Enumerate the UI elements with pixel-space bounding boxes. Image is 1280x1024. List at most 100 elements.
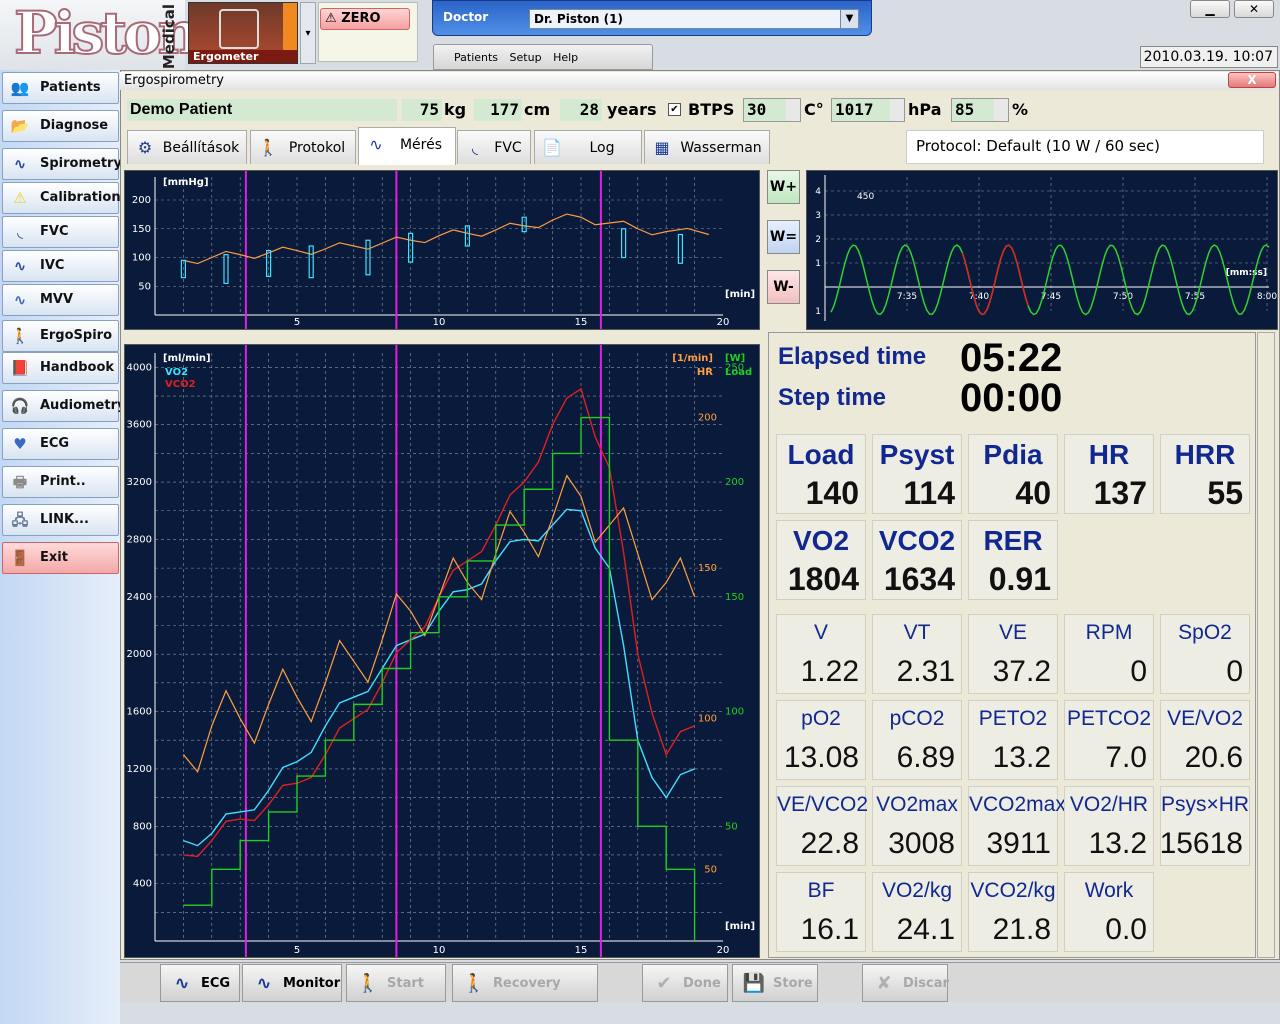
device-dropdown-arrow[interactable]: ▾ [300, 2, 316, 64]
sidebar-item-ecg[interactable]: ♥ ECG [2, 428, 119, 460]
recovery-button[interactable]: 🚶 Recovery [452, 964, 598, 1002]
device-selector[interactable]: Ergometer [188, 2, 298, 64]
ecg-icon: ∿ [174, 973, 190, 994]
sidebar-item-fvc[interactable]: ◟ FVC [2, 216, 119, 248]
x-tick-label: 7:55 [1185, 292, 1205, 302]
value-cell-psyst: Psyst 114 [872, 434, 962, 514]
y-tick-label: 2000 [127, 649, 152, 660]
recovery-label: Recovery [493, 976, 561, 991]
hr-tick-label: 200 [698, 413, 717, 424]
tab-fvc-icon: ◟ [471, 138, 479, 157]
value-label: RPM [1085, 621, 1133, 644]
tab-be-ll-t-sok-icon: ⚙ [137, 138, 153, 157]
tab-fvc[interactable]: ◟ FVC [457, 130, 531, 164]
tab-m-r-s-icon: ∿ [369, 135, 383, 154]
sidebar-item-link[interactable]: 🖧 LINK... [2, 504, 119, 536]
x-tick-label: 15 [575, 317, 588, 328]
value-number: 6.89 [896, 741, 955, 774]
menu-setup[interactable]: Setup [510, 51, 542, 64]
done-button[interactable]: ✔ Done [642, 964, 728, 1002]
y-tick-label: 1 [815, 259, 821, 269]
minimize-button[interactable]: ▁ [1190, 0, 1230, 18]
sidebar-item-label: Audiometry [40, 398, 126, 413]
doctor-select[interactable]: Dr. Piston (1) ▼ [529, 9, 859, 29]
sidebar-item-exit[interactable]: 🚪 Exit [2, 542, 119, 574]
value-label: VCO2 [878, 525, 956, 556]
tab-label: Protokol [288, 140, 346, 156]
sidebar-item-label: LINK... [40, 512, 89, 527]
value-cell-rpm: RPM 0 [1064, 614, 1154, 694]
tab-wasserman[interactable]: ▦ Wasserman [644, 130, 770, 164]
chevron-down-icon[interactable]: ▼ [840, 10, 858, 28]
value-label: PETO2 [978, 707, 1048, 730]
pressure-input[interactable]: 1017 [831, 98, 905, 122]
height-unit: cm [524, 100, 551, 119]
start-button[interactable]: 🚶 Start [346, 964, 446, 1002]
hr-tick-label: 50 [704, 864, 717, 875]
values-scrollbar[interactable] [1257, 332, 1275, 958]
legend-vo2: VO2 [165, 367, 188, 378]
value-number: 15618 [1159, 827, 1243, 860]
calibration-icon: ⚠ [13, 189, 27, 207]
monitor-button[interactable]: ∿ Monitor [242, 964, 342, 1002]
value-cell-vco2-kg: VCO2/kg 21.8 [968, 872, 1058, 952]
x-tick-label: 7:50 [1113, 292, 1133, 302]
sidebar-item-patients[interactable]: 👥 Patients [2, 72, 119, 104]
y-tick-label: 50 [138, 281, 151, 292]
y-tick-label: 3200 [127, 477, 152, 488]
x-tick-label: 15 [575, 945, 588, 956]
sidebar-item-print[interactable]: 🖶 Print.. [2, 466, 119, 498]
device-indicator [283, 3, 297, 51]
ivc-icon: ∿ [13, 257, 27, 275]
value-number: 3911 [986, 827, 1051, 860]
store-button[interactable]: 💾 Store [732, 964, 818, 1002]
sidebar-item-calibration[interactable]: ⚠ Calibration [2, 182, 121, 214]
sidebar-item-diagnose[interactable]: 📂 Diagnose [2, 110, 119, 142]
w-equal-button[interactable]: W= [767, 220, 800, 254]
close-window-button[interactable]: X [1228, 72, 1276, 88]
value-cell-load: Load 140 [776, 434, 866, 514]
pressure-unit: hPa [908, 100, 942, 119]
tab-label: FVC [494, 140, 522, 156]
done-label: Done [683, 976, 721, 991]
ergospiro-icon: 🚶 [10, 327, 30, 345]
tab-protokol-icon: 🚶 [258, 138, 278, 157]
ecg-button[interactable]: ∿ ECG [160, 964, 240, 1002]
sidebar-item-spirometry[interactable]: ∿ Spirometry [2, 148, 122, 180]
close-app-button[interactable]: ✕ [1234, 0, 1274, 18]
value-label: RER [983, 525, 1043, 556]
sidebar-item-mvv[interactable]: ∿ MVV [2, 284, 119, 316]
value-label: HR [1088, 439, 1130, 470]
value-label: VCO2/kg [970, 879, 1056, 902]
tab-protokol[interactable]: 🚶 Protokol [250, 130, 356, 164]
sidebar-item-handbook[interactable]: 📕 Handbook [2, 352, 119, 384]
temperature-input[interactable]: 30 [743, 98, 801, 122]
recovery-icon: 🚶 [462, 973, 486, 994]
y-tick-label: 800 [133, 821, 152, 832]
w-minus-button[interactable]: W- [767, 270, 800, 304]
sidebar-item-ergospiro[interactable]: 🚶 ErgoSpiro [2, 320, 119, 352]
diastolic-bar [223, 254, 229, 284]
discar-button[interactable]: ✘ Discar [862, 964, 949, 1002]
value-cell-pco2: pCO2 6.89 [872, 700, 962, 780]
humidity-input[interactable]: 85 [951, 98, 1009, 122]
tab-log-icon: 📄 [542, 138, 562, 157]
piston-logo: Piston Medical [0, 0, 201, 70]
hr-tick-label: 100 [698, 714, 717, 725]
zero-button[interactable]: ⚠ ZERO [320, 8, 410, 30]
w-plus-button[interactable]: W+ [767, 170, 800, 204]
value-label: Work [1084, 879, 1134, 902]
btps-checkbox[interactable]: ✔ [668, 103, 681, 116]
y-axis-label: [ml/min] [163, 353, 211, 364]
value-cell-vco2: VCO2 1634 [872, 520, 962, 600]
sidebar-item-audiometry[interactable]: 🎧 Audiometry [2, 390, 125, 422]
tab-m-r-s[interactable]: ∿ Mérés [358, 127, 456, 165]
tab-log[interactable]: 📄 Log [534, 130, 642, 164]
tab-be-ll-t-sok[interactable]: ⚙ Beállítások [127, 130, 247, 164]
store-label: Store [773, 976, 813, 991]
sidebar-item-ivc[interactable]: ∿ IVC [2, 250, 119, 282]
menu-help[interactable]: Help [553, 51, 578, 64]
menu-patients[interactable]: Patients [454, 51, 498, 64]
patient-weight: 75 [402, 99, 442, 121]
blood-pressure-plot: 50 100 150 200 5 10 15 20 [mmHg] [min] [132, 171, 755, 329]
